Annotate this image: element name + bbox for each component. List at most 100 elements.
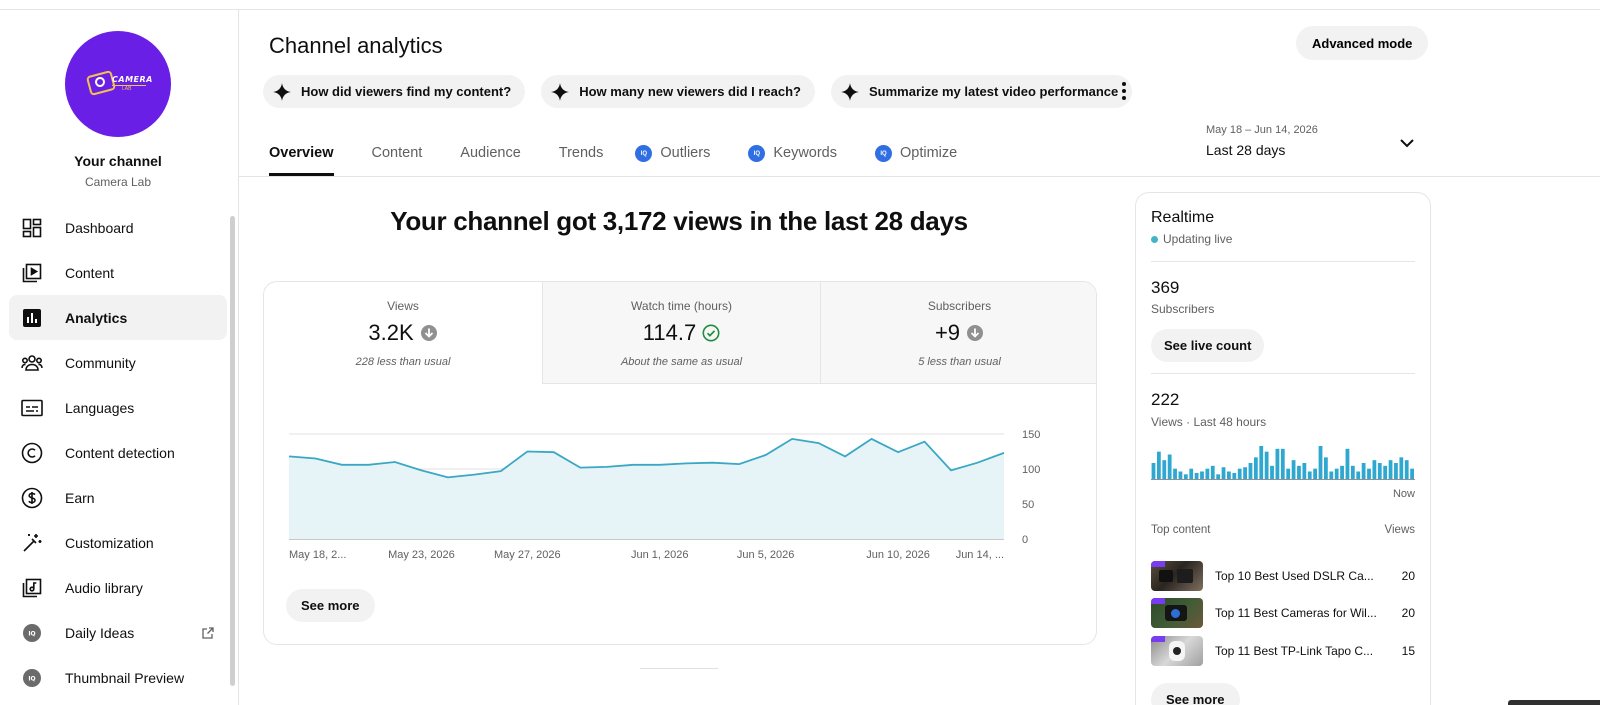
metric-subscribers[interactable]: Subscribers +9 5 less than usual [820, 282, 1096, 384]
realtime-bar[interactable] [1350, 465, 1355, 480]
sidebar-item-audio-library[interactable]: Audio library [9, 565, 227, 610]
sidebar-item-dashboard[interactable]: Dashboard [9, 205, 227, 250]
ask-chip[interactable]: How did viewers find my content? [263, 75, 526, 108]
see-live-count-button[interactable]: See live count [1151, 329, 1265, 362]
list-item[interactable]: Top 11 Best Cameras for Wil... 20 [1151, 595, 1415, 633]
realtime-bar-chart[interactable] [1151, 440, 1415, 480]
realtime-bar[interactable] [1167, 454, 1172, 481]
realtime-bar[interactable] [1297, 465, 1301, 480]
realtime-bar[interactable] [1151, 463, 1156, 480]
realtime-bar[interactable] [1324, 457, 1328, 480]
realtime-bar[interactable] [1404, 460, 1409, 480]
date-range-picker[interactable]: May 18 – Jun 14, 2026 Last 28 days [1206, 124, 1318, 158]
realtime-bar[interactable] [1259, 446, 1264, 480]
see-more-button[interactable]: See more [286, 589, 375, 622]
realtime-bar[interactable] [1156, 451, 1161, 480]
sidebar-item-analytics[interactable]: Analytics [9, 295, 227, 340]
data-point[interactable] [551, 450, 556, 455]
data-point[interactable] [657, 462, 662, 467]
tab-trends[interactable]: Trends [559, 138, 604, 176]
data-point[interactable] [763, 453, 768, 458]
sidebar-scrollbar[interactable] [230, 216, 235, 686]
sidebar-item-daily-ideas[interactable]: IQ Daily Ideas [9, 610, 227, 655]
realtime-bar[interactable] [1178, 471, 1183, 481]
data-point[interactable] [1002, 450, 1007, 455]
realtime-bar[interactable] [1275, 448, 1280, 480]
realtime-bar[interactable] [1388, 460, 1393, 480]
list-item[interactable]: Top 10 Best Used DSLR Ca... 20 [1151, 557, 1415, 595]
realtime-bar[interactable] [1280, 448, 1285, 480]
sidebar-item-languages[interactable]: Languages [9, 385, 227, 430]
sidebar-item-customization[interactable]: Customization [9, 520, 227, 565]
realtime-bar[interactable] [1291, 460, 1296, 480]
realtime-bar[interactable] [1372, 460, 1377, 480]
realtime-bar[interactable] [1237, 468, 1242, 480]
metric-watch-time[interactable]: Watch time (hours) 114.7 About the same … [542, 282, 820, 384]
realtime-bar[interactable] [1399, 457, 1404, 480]
tab-audience[interactable]: Audience [460, 138, 520, 176]
realtime-bar[interactable] [1210, 465, 1215, 480]
data-point[interactable] [869, 436, 874, 441]
sidebar-item-content[interactable]: Content [9, 250, 227, 295]
data-point[interactable] [949, 468, 954, 473]
tab-overview[interactable]: Overview [269, 138, 334, 176]
tab-optimize[interactable]: IQ Optimize [875, 138, 957, 176]
realtime-bar[interactable] [1270, 465, 1274, 480]
sidebar-item-thumbnail-preview[interactable]: IQ Thumbnail Preview [9, 655, 227, 700]
realtime-bar[interactable] [1356, 471, 1361, 481]
realtime-bar[interactable] [1221, 467, 1226, 480]
realtime-bar[interactable] [1377, 463, 1382, 480]
data-point[interactable] [737, 462, 742, 467]
realtime-bar[interactable] [1302, 463, 1307, 480]
realtime-bar[interactable] [1205, 468, 1210, 480]
data-point[interactable] [790, 436, 795, 441]
realtime-bar[interactable] [1200, 471, 1204, 481]
data-point[interactable] [684, 461, 689, 466]
more-options-icon[interactable] [1116, 80, 1132, 102]
sidebar-item-community[interactable]: Community [9, 340, 227, 385]
data-point[interactable] [392, 460, 397, 465]
data-point[interactable] [578, 465, 583, 470]
realtime-bar[interactable] [1248, 463, 1253, 480]
sidebar-item-earn[interactable]: Earn [9, 475, 227, 520]
realtime-bar[interactable] [1232, 472, 1237, 480]
realtime-bar[interactable] [1383, 465, 1388, 480]
data-point[interactable] [922, 439, 927, 444]
sidebar-item-content-detection[interactable]: Content detection [9, 430, 227, 475]
realtime-bar[interactable] [1318, 446, 1323, 480]
data-point[interactable] [975, 460, 980, 465]
realtime-bar[interactable] [1173, 468, 1177, 480]
realtime-bar[interactable] [1227, 471, 1231, 481]
data-point[interactable] [525, 449, 530, 454]
channel-avatar[interactable]: CAMERA LAB [65, 31, 171, 137]
chevron-down-icon[interactable] [1398, 136, 1416, 150]
realtime-bar[interactable] [1243, 467, 1247, 480]
realtime-bar[interactable] [1189, 468, 1194, 480]
data-point[interactable] [604, 464, 609, 469]
tab-keywords[interactable]: IQ Keywords [748, 138, 837, 176]
realtime-see-more-button[interactable]: See more [1151, 683, 1240, 705]
realtime-bar[interactable] [1394, 463, 1398, 480]
realtime-bar[interactable] [1334, 468, 1339, 480]
realtime-bar[interactable] [1194, 472, 1199, 480]
data-point[interactable] [710, 460, 715, 465]
realtime-bar[interactable] [1410, 468, 1414, 480]
data-point[interactable] [287, 454, 292, 459]
data-point[interactable] [445, 475, 450, 480]
realtime-bar[interactable] [1361, 463, 1366, 480]
advanced-mode-button[interactable]: Advanced mode [1296, 26, 1429, 60]
data-point[interactable] [631, 462, 636, 467]
realtime-bar[interactable] [1313, 468, 1318, 480]
realtime-bar[interactable] [1307, 471, 1312, 481]
list-item[interactable]: Top 11 Best TP-Link Tapo C... 15 [1151, 632, 1415, 670]
data-point[interactable] [816, 441, 821, 446]
data-point[interactable] [498, 469, 503, 474]
data-point[interactable] [339, 462, 344, 467]
realtime-bar[interactable] [1367, 468, 1371, 480]
realtime-bar[interactable] [1264, 451, 1269, 480]
realtime-bar[interactable] [1253, 457, 1258, 480]
data-point[interactable] [843, 454, 848, 459]
realtime-bar[interactable] [1345, 448, 1350, 480]
tab-outliers[interactable]: IQ Outliers [635, 138, 710, 176]
data-point[interactable] [896, 450, 901, 455]
